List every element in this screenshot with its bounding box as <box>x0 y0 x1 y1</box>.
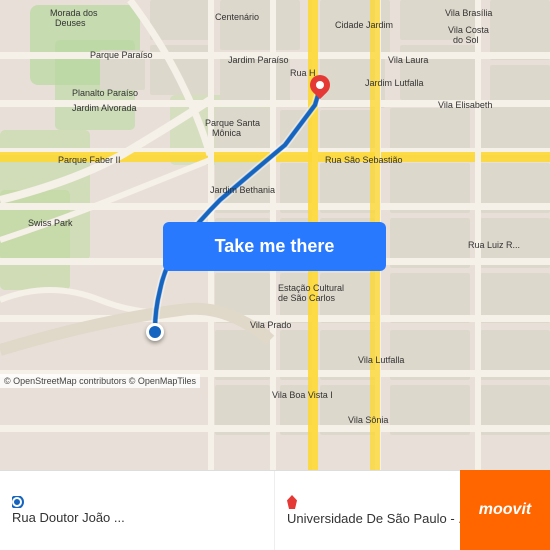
origin-value: Rua Doutor João ... <box>12 510 125 525</box>
bottom-bar: Rua Doutor João ... Universidade De São … <box>0 470 550 550</box>
moovit-label: moovit <box>479 501 531 519</box>
moovit-logo: moovit <box>460 470 550 550</box>
map-attribution: © OpenStreetMap contributors © OpenMapTi… <box>0 374 200 388</box>
dest-value: Universidade De São Paulo - ... <box>287 511 469 526</box>
dest-label <box>287 495 301 509</box>
origin-label <box>12 496 26 508</box>
origin-cell: Rua Doutor João ... <box>0 471 275 550</box>
map-container: Morada dos Deuses Centenário Cidade Jard… <box>0 0 550 470</box>
take-me-there-button[interactable]: Take me there <box>163 222 386 271</box>
origin-pin <box>146 323 164 341</box>
